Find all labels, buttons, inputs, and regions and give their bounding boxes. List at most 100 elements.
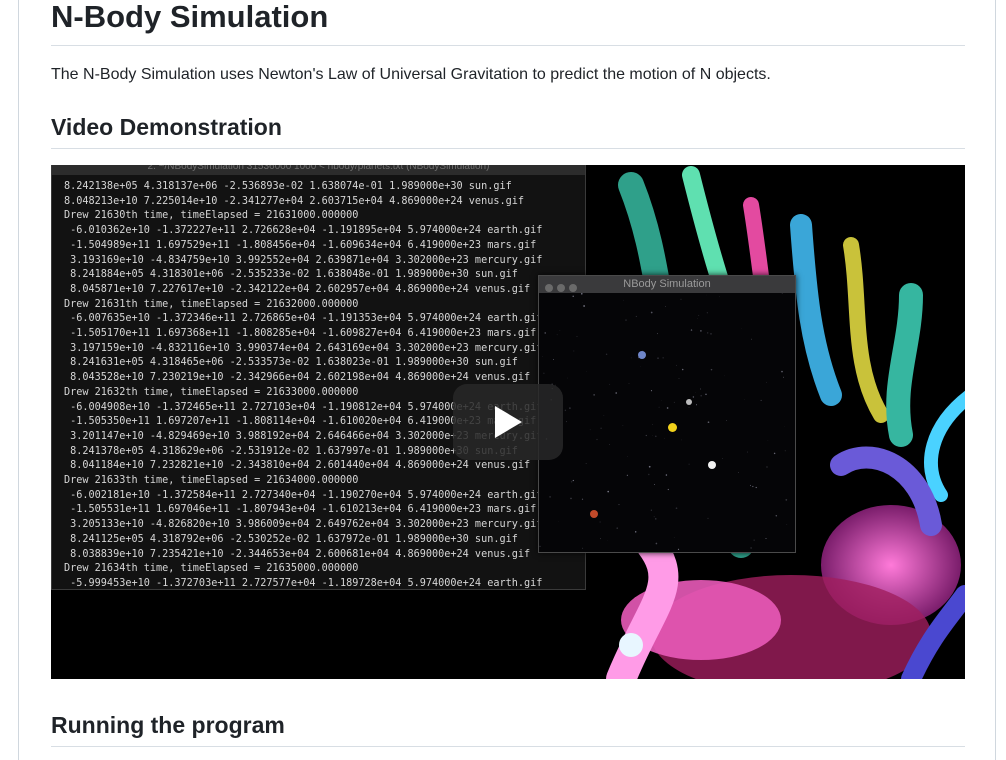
star <box>577 336 578 337</box>
simulation-space <box>539 293 795 552</box>
star <box>557 335 558 336</box>
earth-planet <box>638 351 646 359</box>
star <box>623 425 624 426</box>
star <box>618 504 619 505</box>
star <box>582 548 583 549</box>
star <box>750 485 751 486</box>
star <box>627 475 628 476</box>
star <box>700 389 701 390</box>
star <box>571 481 573 483</box>
star <box>726 420 727 421</box>
terminal-line: 3.205133e+10 -4.826820e+10 3.986009e+04 … <box>64 518 585 533</box>
star <box>695 392 696 393</box>
terminal-line: 8.241884e+05 4.318301e+06 -2.535233e-02 … <box>64 268 585 283</box>
star <box>596 439 597 440</box>
star <box>782 293 783 294</box>
terminal-line: 8.242138e+05 4.318137e+06 -2.536893e-02 … <box>64 180 585 195</box>
star <box>593 394 594 395</box>
star <box>668 489 669 490</box>
star <box>635 531 636 532</box>
star <box>756 487 757 488</box>
star <box>553 359 554 360</box>
star <box>573 350 574 351</box>
star <box>741 328 742 329</box>
star <box>708 518 709 519</box>
star <box>722 458 723 459</box>
terminal-line: -6.007635e+10 -1.372346e+11 2.726865e+04… <box>64 312 585 327</box>
star <box>750 547 751 548</box>
video-heading: Video Demonstration <box>51 111 965 149</box>
star <box>767 467 768 468</box>
star <box>657 333 658 334</box>
star <box>768 440 769 441</box>
star <box>609 384 610 385</box>
terminal-line: 8.241631e+05 4.318465e+06 -2.533573e-02 … <box>64 356 585 371</box>
star <box>652 424 653 425</box>
terminal-line: Drew 21631th time, timeElapsed = 2163200… <box>64 298 585 313</box>
terminal-line: 8.048213e+10 7.225014e+10 -2.341277e+04 … <box>64 195 585 210</box>
terminal-line: Drew 21630th time, timeElapsed = 2163100… <box>64 209 585 224</box>
star <box>676 507 678 509</box>
terminal-line: 3.197159e+10 -4.832116e+10 3.990374e+04 … <box>64 342 585 357</box>
play-button[interactable] <box>453 384 563 460</box>
star <box>600 538 601 539</box>
star <box>667 407 669 409</box>
star <box>738 472 739 473</box>
star <box>674 402 675 403</box>
star <box>781 371 783 373</box>
star <box>711 369 713 371</box>
star <box>582 499 583 500</box>
star <box>786 524 787 525</box>
star <box>679 378 680 379</box>
terminal-line: 8.041184e+10 7.232821e+10 -2.343810e+04 … <box>64 459 585 474</box>
terminal-line: -1.504989e+11 1.697529e+11 -1.808456e+04… <box>64 239 585 254</box>
terminal-line: -1.505531e+11 1.697046e+11 -1.807943e+04… <box>64 503 585 518</box>
star <box>651 390 652 391</box>
star <box>761 400 762 401</box>
star <box>744 399 745 400</box>
star <box>700 330 702 332</box>
star <box>617 527 618 528</box>
star <box>568 378 569 379</box>
star <box>707 332 708 333</box>
star <box>654 516 655 517</box>
star <box>766 538 767 539</box>
star <box>572 296 573 297</box>
star <box>776 515 777 516</box>
star <box>609 444 610 445</box>
star <box>651 510 652 511</box>
star <box>674 537 675 538</box>
star <box>710 333 711 334</box>
star <box>539 546 540 547</box>
mars-planet <box>590 510 598 518</box>
star <box>752 486 753 487</box>
terminal-line: 8.241125e+05 4.318792e+06 -2.530252e-02 … <box>64 533 585 548</box>
star <box>681 440 682 441</box>
star <box>654 484 655 485</box>
star <box>601 428 602 429</box>
star <box>649 466 651 468</box>
terminal-line: 3.193169e+10 -4.834759e+10 3.992552e+04 … <box>64 254 585 269</box>
mercury-planet <box>686 399 692 405</box>
star <box>698 315 699 316</box>
star <box>582 302 583 303</box>
star <box>559 521 560 522</box>
star <box>664 438 665 439</box>
star <box>607 491 609 493</box>
star <box>700 395 702 397</box>
sun-planet <box>668 423 677 432</box>
star <box>785 450 786 451</box>
video-player[interactable]: 2. ~/NBodySimulation 31536000 1000 < nbo… <box>51 165 965 679</box>
star <box>657 357 659 359</box>
star <box>545 332 546 333</box>
star <box>600 521 601 522</box>
star <box>719 297 720 298</box>
terminal-line: -6.002181e+10 -1.372584e+11 2.727340e+04… <box>64 489 585 504</box>
star <box>783 377 784 378</box>
star <box>665 306 666 307</box>
terminal-line: Drew 21633th time, timeElapsed = 2163400… <box>64 474 585 489</box>
nbody-window-titlebar: NBody Simulation <box>539 276 795 293</box>
terminal-line: 8.038839e+10 7.235421e+10 -2.344653e+04 … <box>64 548 585 563</box>
star <box>590 429 591 430</box>
star <box>774 453 776 455</box>
